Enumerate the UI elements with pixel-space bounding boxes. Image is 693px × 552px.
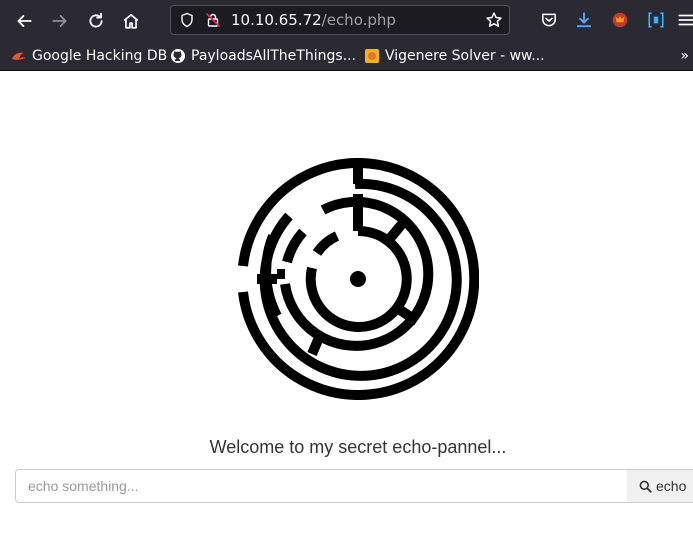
echo-button[interactable]: echo	[627, 469, 693, 503]
url-host: 10.10.65.72	[231, 11, 322, 29]
arrow-right-icon	[52, 15, 67, 27]
home-button[interactable]	[118, 8, 144, 34]
welcome-heading: Welcome to my secret echo-pannel...	[209, 437, 507, 457]
bookmark-google-hacking-db[interactable]: Google Hacking DB	[11, 46, 167, 66]
echo-input[interactable]	[15, 469, 628, 503]
pocket-button[interactable]	[538, 9, 560, 31]
dcode-icon	[365, 49, 379, 63]
bookmark-payloadsallthethings[interactable]: PayloadsAllTheThings...	[170, 46, 356, 66]
back-button[interactable]	[11, 8, 37, 34]
fox-extension-icon	[612, 12, 628, 28]
tracking-protection-shield-icon[interactable]	[179, 12, 195, 28]
reload-button[interactable]	[83, 8, 109, 34]
bookmark-label: Vigenere Solver - ww...	[385, 48, 545, 64]
bookmark-vigenere-solver[interactable]: Vigenere Solver - ww...	[364, 46, 545, 66]
home-icon	[123, 13, 139, 29]
arrow-left-icon	[17, 15, 32, 27]
url-text[interactable]: 10.10.65.72/echo.php	[231, 11, 396, 29]
bookmark-label: Google Hacking DB	[32, 48, 168, 64]
bookmark-label: PayloadsAllTheThings...	[191, 48, 357, 64]
bookmark-star-icon[interactable]	[485, 11, 503, 29]
download-icon	[576, 12, 592, 28]
maze-logo-icon	[238, 158, 479, 400]
bookmarks-toolbar: Google Hacking DB PayloadsAllTheThings..…	[0, 40, 693, 71]
url-bar[interactable]: 10.10.65.72/echo.php	[170, 5, 510, 35]
forward-button[interactable]	[47, 8, 73, 34]
exploit-db-icon	[12, 52, 26, 60]
app-menu-button[interactable]	[675, 9, 693, 31]
reload-icon	[89, 12, 103, 28]
browser-toolbar: 10.10.65.72/echo.php	[0, 0, 693, 40]
github-icon	[171, 49, 185, 63]
bracket-extension-icon	[648, 12, 664, 28]
page-content: Welcome to my secret echo-pannel... echo	[0, 72, 693, 552]
search-icon	[639, 480, 652, 493]
echo-button-label: echo	[656, 478, 687, 494]
pocket-icon	[542, 13, 556, 27]
extension-button-wappalyzer[interactable]	[645, 9, 667, 31]
bookmarks-overflow-button[interactable]: »	[680, 48, 689, 64]
url-path: /echo.php	[321, 11, 396, 29]
insecure-lock-icon[interactable]	[205, 12, 221, 28]
hamburger-menu-icon	[678, 14, 693, 26]
downloads-button[interactable]	[573, 9, 595, 31]
extension-button-foxy[interactable]	[609, 9, 631, 31]
